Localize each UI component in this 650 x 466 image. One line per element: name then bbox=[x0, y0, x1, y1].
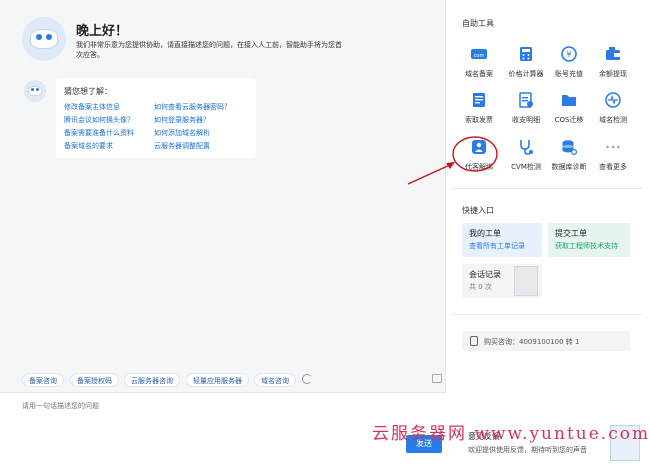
entry-subtitle: 查看所有工单记录 bbox=[469, 242, 525, 250]
suggestion-link[interactable]: 腾讯会议如何换头像？ bbox=[64, 115, 134, 125]
note-icon[interactable] bbox=[432, 374, 442, 383]
chat-panel: 晚上好！ 我们非常乐意为您提供协助，请直接描述您的问题，在接入人工前，智能助手将… bbox=[0, 0, 446, 466]
divider bbox=[452, 188, 642, 189]
suggestion-link[interactable]: 修改备案主体信息 bbox=[64, 102, 120, 112]
tool-statement[interactable]: 收支明细 bbox=[502, 92, 550, 132]
tool-price-calculator[interactable]: 价格计算器 bbox=[502, 46, 550, 86]
assistant-avatar-small bbox=[24, 80, 46, 102]
self-service-title: 自助工具 bbox=[462, 19, 494, 28]
tool-label: 账号充值 bbox=[555, 70, 583, 78]
recharge-icon: ¥ bbox=[561, 46, 577, 62]
entry-title: 我的工单 bbox=[469, 229, 501, 238]
com-icon: com bbox=[471, 49, 487, 59]
database-icon bbox=[562, 140, 577, 155]
invoice-icon bbox=[473, 93, 485, 107]
suggestion-link[interactable]: 备案需要准备什么资料 bbox=[64, 128, 134, 138]
session-history-card[interactable]: 会话记录 共 0 次 bbox=[462, 264, 542, 298]
folder-icon bbox=[562, 95, 576, 106]
svg-text:com: com bbox=[474, 53, 485, 59]
quick-question-button[interactable]: 备案授权码 bbox=[70, 373, 119, 387]
entry-title: 提交工单 bbox=[555, 229, 587, 238]
withdraw-icon bbox=[606, 47, 620, 60]
tool-label: 代客解绑 bbox=[465, 163, 493, 171]
quick-question-button[interactable]: 云服务器咨询 bbox=[124, 373, 180, 387]
tool-unbind[interactable]: 代客解绑 bbox=[455, 139, 503, 179]
statement-icon bbox=[519, 92, 533, 108]
robot-face bbox=[29, 29, 59, 49]
phone-text: 购买咨询：4009100100 转 1 bbox=[484, 338, 580, 346]
robot-face bbox=[27, 86, 43, 96]
tool-withdraw[interactable]: 余额提现 bbox=[589, 46, 637, 86]
submit-ticket-card[interactable]: 提交工单 获取工程师技术支持 bbox=[548, 223, 630, 257]
suggestion-link[interactable]: 如何登录服务器？ bbox=[154, 115, 210, 125]
tool-label: 数据库诊断 bbox=[551, 163, 587, 171]
entry-subtitle: 获取工程师技术支持 bbox=[555, 242, 618, 250]
suggestion-link[interactable]: 备案域名的要求 bbox=[64, 141, 113, 151]
greeting-title: 晚上好！ bbox=[76, 24, 129, 39]
assistant-avatar bbox=[22, 17, 66, 61]
tool-label: CVM检测 bbox=[511, 163, 541, 171]
tool-label: 收支明细 bbox=[512, 116, 540, 124]
annotation-arrow-head bbox=[446, 162, 455, 169]
suggestion-title: 猜您想了解： bbox=[64, 87, 112, 96]
quick-entry-title: 快捷入口 bbox=[462, 206, 494, 215]
phone-consult: 购买咨询：4009100100 转 1 bbox=[462, 331, 630, 351]
robot-eye bbox=[45, 33, 52, 40]
tool-label: COS迁移 bbox=[554, 116, 584, 124]
message-input[interactable] bbox=[22, 399, 422, 413]
divider bbox=[452, 314, 642, 315]
tool-invoice[interactable]: 索取发票 bbox=[455, 92, 503, 132]
suggestion-card: 猜您想了解： 修改备案主体信息 腾讯会议如何换头像？ 备案需要准备什么资料 备案… bbox=[56, 78, 256, 158]
tool-cvm-check[interactable]: CVM检测 bbox=[502, 139, 550, 179]
entry-subtitle: 共 0 次 bbox=[469, 283, 492, 291]
more-icon bbox=[606, 145, 620, 149]
tool-label: 查看更多 bbox=[599, 163, 627, 171]
pulse-icon bbox=[605, 92, 621, 108]
suggestion-link[interactable]: 如何添加域名解析 bbox=[154, 128, 210, 138]
suggestion-link[interactable]: 如何查看云服务器密码？ bbox=[154, 102, 231, 112]
tool-label: 域名备案 bbox=[465, 70, 493, 78]
tool-label: 索取发票 bbox=[465, 116, 493, 124]
quick-question-button[interactable]: 轻量应用服务器 bbox=[186, 373, 249, 387]
quick-question-button[interactable]: 域名咨询 bbox=[254, 373, 296, 387]
tool-label: 余额提现 bbox=[599, 70, 627, 78]
tool-label: 价格计算器 bbox=[508, 70, 544, 78]
tool-db-diagnosis[interactable]: 数据库诊断 bbox=[545, 139, 593, 179]
tool-label: 域名检测 bbox=[599, 116, 627, 124]
svg-text:¥: ¥ bbox=[566, 50, 571, 59]
tool-domain-check[interactable]: 域名检测 bbox=[589, 92, 637, 132]
refresh-icon[interactable] bbox=[302, 374, 312, 384]
document-icon bbox=[514, 266, 538, 296]
phone-icon bbox=[470, 336, 478, 346]
greeting-text: 我们非常乐意为您提供协助，请直接描述您的问题，在接入人工前，智能助手将为您首次应… bbox=[76, 41, 342, 59]
calculator-icon bbox=[520, 47, 532, 61]
tool-domain-filing[interactable]: com 域名备案 bbox=[455, 46, 503, 86]
entry-title: 会话记录 bbox=[469, 270, 501, 279]
tool-more[interactable]: 查看更多 bbox=[589, 139, 637, 179]
tool-cos-migration[interactable]: COS迁移 bbox=[545, 92, 593, 132]
stethoscope-icon bbox=[520, 140, 533, 155]
watermark: 云服务器网 www.yuntue.com bbox=[372, 424, 650, 444]
feedback-subtitle: 欢迎提供使用反馈，期待听到您的声音 bbox=[468, 446, 587, 454]
user-unbind-icon bbox=[472, 140, 486, 154]
quick-question-button[interactable]: 备案咨询 bbox=[22, 373, 64, 387]
suggestion-link[interactable]: 云服务器调整配置 bbox=[154, 141, 210, 151]
my-tickets-card[interactable]: 我的工单 查看所有工单记录 bbox=[462, 223, 542, 257]
tool-recharge[interactable]: ¥ 账号充值 bbox=[545, 46, 593, 86]
